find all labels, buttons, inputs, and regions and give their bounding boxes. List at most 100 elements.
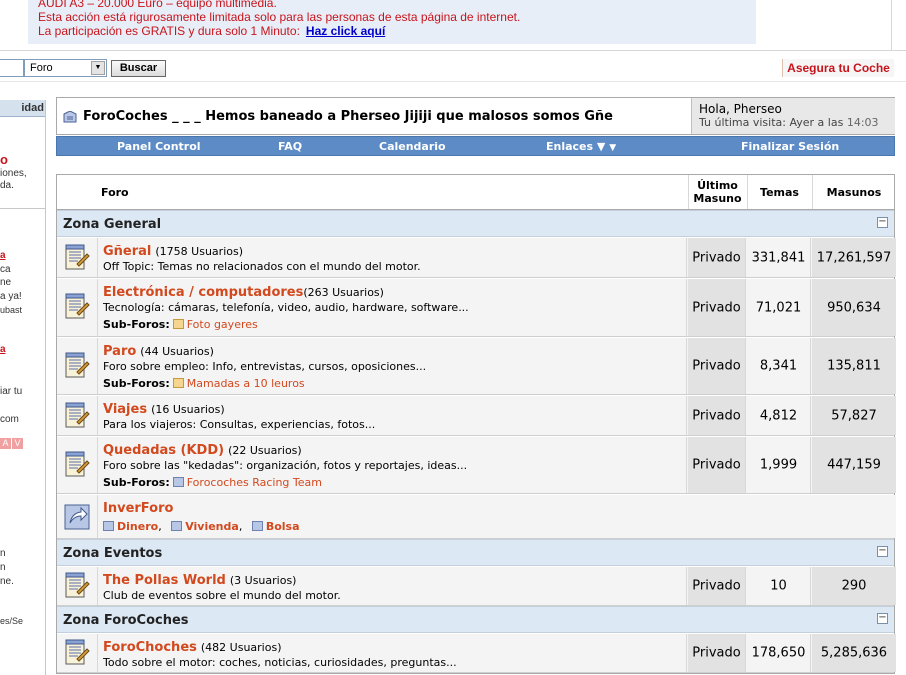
masunos-value: 290 bbox=[841, 578, 867, 594]
folder-icon bbox=[172, 477, 184, 487]
subforum-link[interactable]: Foto gayeres bbox=[187, 318, 258, 331]
forum-link[interactable]: The Pollas World bbox=[103, 573, 226, 588]
temas-value: 1,999 bbox=[759, 457, 798, 473]
search-input[interactable] bbox=[0, 59, 24, 77]
table-header: Foro Último Masuno Temas Masunos bbox=[57, 175, 894, 210]
collapse-icon[interactable]: − bbox=[877, 546, 888, 557]
sidebar-text: es/Se bbox=[0, 616, 24, 626]
sidebar-text: n bbox=[0, 562, 6, 573]
sidebar-text: ne. bbox=[0, 576, 14, 587]
sidebar-text[interactable]: o bbox=[0, 152, 8, 167]
nav-links[interactable]: Enlaces ▼ ▼ bbox=[546, 140, 616, 153]
forum-user-count: (22 Usuarios) bbox=[228, 444, 302, 457]
divider bbox=[0, 50, 906, 51]
forum-info: Paro (44 Usuarios) Foro sobre empleo: Inf… bbox=[98, 338, 687, 394]
banner-line-0: AUDI A3 – 20.000 Euro – equipo multimedi… bbox=[38, 0, 277, 10]
forum-status-cell bbox=[57, 567, 98, 605]
nav-links-label: Enlaces ▼ bbox=[546, 140, 606, 153]
last-post-cell: Privado bbox=[688, 634, 746, 672]
forum-user-count: (3 Usuarios) bbox=[229, 574, 297, 587]
subforum-link[interactable]: Dinero bbox=[117, 520, 158, 533]
sidebar-link[interactable]: a bbox=[0, 250, 6, 261]
search-button[interactable]: Buscar bbox=[111, 60, 166, 77]
greeting: Hola, Pherseo bbox=[699, 102, 782, 116]
forum-link[interactable]: InverForo bbox=[103, 501, 173, 516]
subforums: Sub-Foros: Mamadas a 10 leuros bbox=[103, 377, 686, 390]
search-scope-select[interactable]: Foro ▼ bbox=[24, 59, 107, 77]
forum-user-count: (482 Usuarios) bbox=[200, 641, 282, 654]
zone-header: Zona ForoCoches − bbox=[57, 606, 894, 633]
forum-info: Gñeral (1758 Usuarios) Off Topic: Temas n… bbox=[98, 238, 687, 277]
subforums: Sub-Foros: Foto gayeres bbox=[103, 318, 686, 331]
temas-cell: 331,841 bbox=[747, 238, 811, 277]
sidebar-text: ca bbox=[0, 264, 11, 275]
subforum-link[interactable]: Bolsa bbox=[266, 520, 300, 533]
subforum-link[interactable]: Forocoches Racing Team bbox=[187, 476, 322, 489]
masunos-cell: 5,285,636 bbox=[812, 634, 896, 672]
nav-logout[interactable]: Finalizar Sesión bbox=[741, 140, 839, 153]
forum-info: Electrónica / computadores(263 Usuarios)… bbox=[98, 279, 687, 336]
page-title[interactable]: ForoCoches _ _ _ Hemos baneado a Pherseo… bbox=[83, 109, 613, 124]
forum-description: Off Topic: Temas no relacionados con el … bbox=[103, 260, 421, 273]
forum-link[interactable]: Paro bbox=[103, 344, 136, 359]
temas-cell: 8,341 bbox=[747, 338, 811, 394]
zone-title[interactable]: Zona General bbox=[63, 217, 161, 232]
sidebar-header: idad bbox=[0, 100, 45, 117]
forum-home-icon bbox=[63, 111, 77, 123]
forum-description: Club de eventos sobre el mundo del motor… bbox=[103, 589, 341, 602]
chevron-down-icon[interactable]: ▼ bbox=[91, 61, 105, 75]
subforum-link[interactable]: Vivienda bbox=[185, 520, 239, 533]
last-post-cell: Privado bbox=[688, 396, 746, 435]
zone-title[interactable]: Zona Eventos bbox=[63, 546, 162, 561]
last-post-cell: Privado bbox=[688, 567, 746, 605]
forum-description: Todo sobre el motor: coches, noticias, c… bbox=[103, 656, 457, 669]
forum-link[interactable]: ForoChoches bbox=[103, 640, 197, 655]
folder-icon bbox=[251, 521, 263, 531]
insurance-ad-link[interactable]: Asegura tu Coche bbox=[782, 59, 894, 77]
last-visit: Tu última visita: Ayer a las 14:03 bbox=[699, 116, 895, 130]
forum-row: InverForo Dinero, Vivienda, Bolsa bbox=[57, 494, 896, 539]
forum-status-cell bbox=[57, 495, 98, 538]
forum-link[interactable]: Electrónica / computadores bbox=[103, 285, 303, 300]
forum-row: Viajes (16 Usuarios) Para los viajeros: C… bbox=[57, 395, 896, 436]
masunos-cell: 290 bbox=[812, 567, 896, 605]
forum-description: Tecnología: cámaras, telefonía, video, a… bbox=[103, 301, 469, 314]
forum-row: The Pollas World (3 Usuarios) Club de eve… bbox=[57, 566, 896, 606]
collapse-icon[interactable]: − bbox=[877, 217, 888, 228]
collapse-icon[interactable]: − bbox=[877, 613, 888, 624]
ad-tags: AV bbox=[0, 438, 24, 449]
forum-status-cell bbox=[57, 437, 98, 493]
forum-table: Foro Último Masuno Temas Masunos Zona Ge… bbox=[56, 174, 896, 674]
last-post-value: Privado bbox=[692, 250, 741, 265]
masunos-value: 17,261,597 bbox=[816, 250, 892, 265]
forum-link[interactable]: Gñeral bbox=[103, 244, 151, 259]
col-last-post-line2: Masuno bbox=[693, 192, 742, 205]
nav-calendar[interactable]: Calendario bbox=[379, 140, 446, 153]
forum-link[interactable]: Viajes bbox=[103, 402, 147, 417]
forum-info: Viajes (16 Usuarios) Para los viajeros: C… bbox=[98, 396, 687, 435]
subforums-label: Sub-Foros: bbox=[103, 377, 170, 390]
zone-title[interactable]: Zona ForoCoches bbox=[63, 613, 189, 628]
subforum-link[interactable]: Mamadas a 10 leuros bbox=[187, 377, 305, 390]
forum-row: Electrónica / computadores(263 Usuarios)… bbox=[57, 278, 896, 337]
folder-icon bbox=[103, 521, 114, 531]
temas-value: 8,341 bbox=[759, 358, 798, 374]
divider bbox=[0, 208, 45, 209]
banner-click-link[interactable]: Haz click aquí bbox=[306, 24, 385, 38]
forum-status-cell bbox=[57, 396, 98, 435]
last-post-value: Privado bbox=[692, 578, 741, 594]
forum-notepad-icon bbox=[65, 402, 90, 428]
folder-icon bbox=[172, 319, 184, 329]
last-post-cell: Privado bbox=[688, 238, 746, 277]
nav-panel-control[interactable]: Panel Control bbox=[117, 140, 201, 153]
forum-link[interactable]: Quedadas (KDD) bbox=[103, 443, 224, 458]
forum-status-cell bbox=[57, 279, 98, 336]
masunos-value: 135,811 bbox=[827, 358, 881, 374]
sidebar-link[interactable]: a bbox=[0, 344, 6, 355]
col-temas: Temas bbox=[760, 186, 799, 199]
banner-line-1: Esta acción está rigurosamente limitada … bbox=[38, 10, 521, 24]
nav-faq[interactable]: FAQ bbox=[278, 140, 302, 153]
zone-header: Zona General − bbox=[57, 210, 894, 237]
col-masunos: Masunos bbox=[826, 186, 882, 199]
temas-value: 178,650 bbox=[751, 645, 806, 661]
